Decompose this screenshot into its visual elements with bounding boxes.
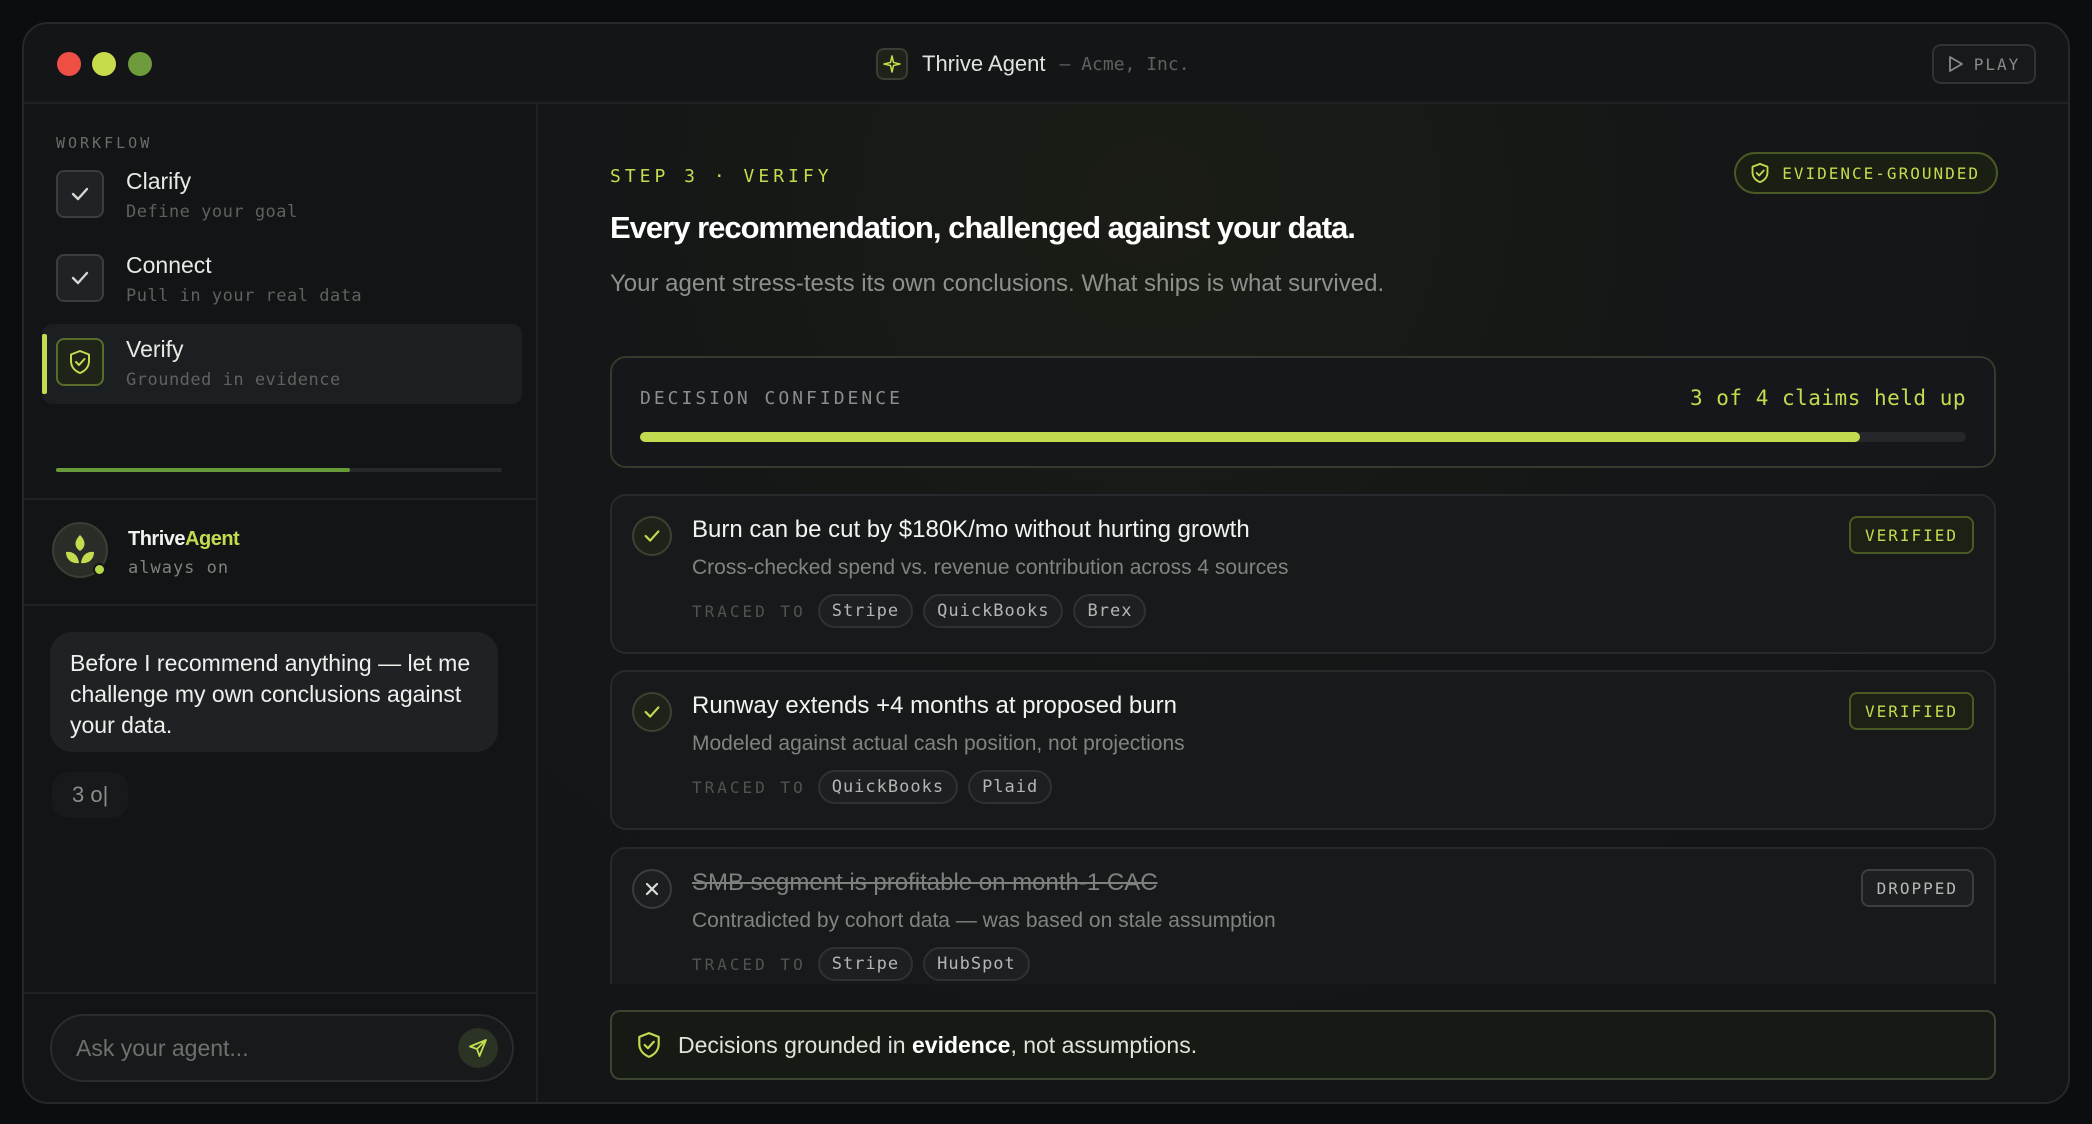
- confidence-progress-bar: [640, 432, 1966, 442]
- verdict-badge: DROPPED: [1860, 869, 1974, 907]
- decision-confidence-card: DECISION CONFIDENCE 3 of 4 claims held u…: [610, 356, 1996, 468]
- check-icon: [632, 516, 672, 556]
- grounding-note-text: Decisions grounded in evidence, not assu…: [678, 1031, 1198, 1058]
- workflow-progress-fill: [56, 468, 351, 472]
- claim-title: SMB segment is profitable on month-1 CAC: [692, 869, 1158, 896]
- page-subtitle: Your agent stress-tests its own conclusi…: [610, 270, 1385, 297]
- play-button[interactable]: PLAY: [1932, 44, 2036, 84]
- claim-title: Runway extends +4 months at proposed bur…: [692, 692, 1177, 719]
- window-subtitle: — Acme, Inc.: [1059, 53, 1190, 75]
- shield-icon: [1751, 162, 1769, 184]
- confidence-value: 3 of 4 claims held up: [1689, 386, 1966, 410]
- claims-list: Burn can be cut by $180K/mo without hurt…: [610, 494, 1996, 984]
- step-connect[interactable]: Connect Pull in your real data: [42, 240, 522, 320]
- chat-input-container: [50, 1014, 514, 1082]
- send-button[interactable]: [458, 1028, 498, 1068]
- source-chip-stripe[interactable]: Stripe: [817, 947, 914, 981]
- step-title: Verify: [126, 336, 184, 362]
- maximize-window-button[interactable]: [128, 52, 152, 76]
- source-chip-stripe[interactable]: Stripe: [817, 594, 914, 628]
- traced-label: TRACED TO: [692, 954, 806, 974]
- active-step-indicator: [42, 334, 47, 394]
- traced-label: TRACED TO: [692, 601, 806, 621]
- title-bar: Thrive Agent — Acme, Inc. PLAY: [24, 24, 2068, 104]
- traced-sources: TRACED TO Stripe HubSpot: [692, 947, 1030, 981]
- check-icon: [56, 170, 104, 218]
- verdict-badge: VERIFIED: [1848, 692, 1974, 730]
- step-label: STEP 3 · VERIFY: [610, 166, 833, 187]
- step-subtitle: Define your goal: [126, 202, 298, 222]
- check-icon: [632, 692, 672, 732]
- confidence-label: DECISION CONFIDENCE: [640, 388, 903, 409]
- ask-agent-input[interactable]: [76, 1034, 436, 1062]
- traced-label: TRACED TO: [692, 777, 806, 797]
- chat-input-area: [24, 992, 536, 1102]
- agent-name: ThriveAgent: [128, 528, 240, 550]
- claim-subtitle: Modeled against actual cash position, no…: [692, 732, 1185, 755]
- step-clarify[interactable]: Clarify Define your goal: [42, 156, 522, 236]
- source-chip-quickbooks[interactable]: QuickBooks: [923, 594, 1064, 628]
- grounding-note: Decisions grounded in evidence, not assu…: [610, 1010, 1996, 1080]
- source-chip-plaid[interactable]: Plaid: [968, 770, 1053, 804]
- confidence-progress-fill: [640, 432, 1860, 442]
- claim-card: Burn can be cut by $180K/mo without hurt…: [610, 494, 1996, 654]
- source-chip-brex[interactable]: Brex: [1073, 594, 1147, 628]
- close-window-button[interactable]: [57, 52, 81, 76]
- traced-sources: TRACED TO Stripe QuickBooks Brex: [692, 594, 1147, 628]
- claim-card: Runway extends +4 months at proposed bur…: [610, 670, 1996, 830]
- claim-title: Burn can be cut by $180K/mo without hurt…: [692, 516, 1250, 543]
- leaf-logo-icon: [66, 535, 94, 564]
- shield-icon: [56, 338, 104, 386]
- step-title: Clarify: [126, 168, 192, 194]
- evidence-grounded-badge: EVIDENCE-GROUNDED: [1734, 152, 1998, 194]
- page-title: Every recommendation, challenged against…: [610, 210, 1356, 245]
- source-chip-hubspot[interactable]: HubSpot: [923, 947, 1030, 981]
- workflow-section-label: WORKFLOW: [56, 134, 153, 152]
- window-title-group: Thrive Agent — Acme, Inc.: [876, 46, 1190, 82]
- online-status-dot: [93, 563, 106, 576]
- play-label: PLAY: [1973, 54, 2021, 74]
- agent-profile: ThriveAgent always on: [24, 498, 536, 606]
- app-window: Thrive Agent — Acme, Inc. PLAY WORKFLOW …: [22, 22, 2070, 1104]
- badge-label: EVIDENCE-GROUNDED: [1782, 163, 1980, 183]
- play-icon: [1948, 56, 1963, 72]
- agent-message-bubble: Before I recommend anything — let me cha…: [50, 632, 498, 752]
- claim-subtitle: Contradicted by cohort data — was based …: [692, 909, 1276, 932]
- source-chip-quickbooks[interactable]: QuickBooks: [817, 770, 959, 804]
- step-title: Connect: [126, 252, 212, 278]
- step-verify[interactable]: Verify Grounded in evidence: [42, 324, 522, 404]
- sparkle-icon: [876, 48, 908, 80]
- traced-sources: TRACED TO QuickBooks Plaid: [692, 770, 1053, 804]
- claim-subtitle: Cross-checked spend vs. revenue contribu…: [692, 556, 1289, 579]
- check-icon: [56, 254, 104, 302]
- window-title: Thrive Agent: [922, 51, 1046, 76]
- typing-indicator: 3 o|: [52, 772, 128, 818]
- avatar: [52, 522, 108, 578]
- send-icon: [469, 1039, 487, 1057]
- close-icon: [632, 869, 672, 909]
- step-subtitle: Grounded in evidence: [126, 370, 341, 390]
- shield-icon: [638, 1032, 660, 1058]
- minimize-window-button[interactable]: [92, 52, 116, 76]
- claim-card: SMB segment is profitable on month-1 CAC…: [610, 847, 1996, 984]
- verdict-badge: VERIFIED: [1848, 516, 1974, 554]
- workflow-progress-bar: [56, 468, 502, 472]
- main-panel: STEP 3 · VERIFY EVIDENCE-GROUNDED Every …: [538, 104, 2068, 1102]
- step-subtitle: Pull in your real data: [126, 286, 363, 306]
- sidebar: WORKFLOW Clarify Define your goal Connec…: [24, 104, 538, 1102]
- agent-status: always on: [128, 558, 230, 578]
